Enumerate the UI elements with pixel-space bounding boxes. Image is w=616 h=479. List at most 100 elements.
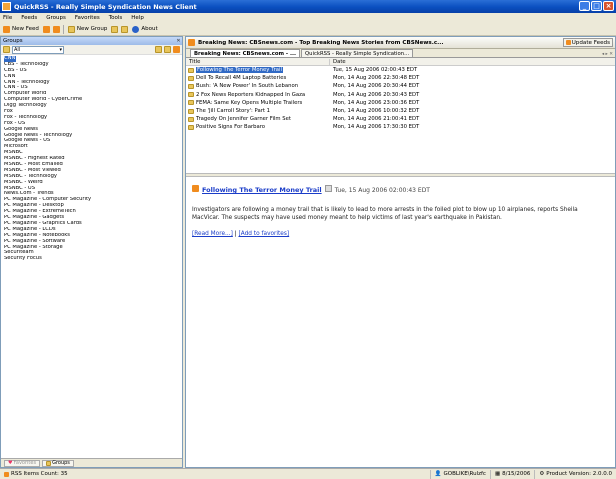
item-icon (188, 108, 194, 114)
item-icon (188, 67, 194, 73)
item-title: Tragedy On Jennifer Garner Film Set (196, 116, 291, 123)
item-row[interactable]: Bush: 'A New Power' In South Lebanon Mon,… (186, 82, 615, 90)
item-title-cell: Positive Signs For Barbaro (186, 124, 330, 130)
column-date[interactable]: Date (330, 59, 346, 65)
add-group-icon[interactable] (155, 46, 162, 53)
item-title-cell: Dell To Recall 4M Laptop Batteries (186, 75, 330, 81)
update-feeds-label: Update Feeds (571, 39, 610, 46)
item-title-cell: Bush: 'A New Power' In South Lebanon (186, 83, 330, 89)
tab-favorites[interactable]: ♥ Favorites (4, 459, 41, 467)
item-icon (188, 100, 194, 106)
menu-feeds[interactable]: Feeds (21, 15, 37, 21)
item-title: Bush: 'A New Power' In South Lebanon (196, 83, 299, 90)
item-date: Mon, 14 Aug 2006 20:30:44 EDT (333, 83, 420, 90)
tab-breaking-news[interactable]: Breaking News: CBSnews.com - ... (190, 49, 300, 57)
update-feeds-button[interactable]: Update Feeds (562, 38, 613, 47)
date-text: 8/15/2006 (502, 471, 531, 477)
item-icon (188, 75, 194, 81)
edit-group-icon[interactable] (164, 46, 171, 53)
status-user: 👤 GOBLIKE\Rulzfc (431, 469, 491, 479)
new-group-icon (67, 25, 75, 33)
close-panel-icon[interactable]: ✕ (175, 38, 182, 44)
status-rss-icon (4, 471, 9, 477)
minimize-button[interactable]: _ (579, 1, 590, 11)
item-row[interactable]: FEMA: Same Key Opens Multiple Trailers Mo… (186, 99, 615, 107)
item-row[interactable]: 2 Fox News Reporters Kidnapped In Gaza Mo… (186, 91, 615, 99)
menu-tools[interactable]: Tools (109, 15, 123, 21)
info-icon (132, 25, 140, 33)
close-button[interactable]: × (603, 1, 614, 11)
folder-edit-icon[interactable] (121, 25, 129, 33)
menu-favorites[interactable]: Favorites (75, 15, 100, 21)
user-text: GOBLIKE\Rulzfc (443, 471, 486, 477)
menu-help[interactable]: Help (131, 15, 144, 21)
preview-links: [Read More...] | [Add to favorites] (192, 231, 609, 237)
item-date: Mon, 14 Aug 2006 10:00:32 EDT (333, 108, 420, 115)
maximize-button[interactable]: □ (591, 1, 602, 11)
item-date: Tue, 15 Aug 2006 02:00:43 EDT (333, 67, 418, 74)
feed-icon[interactable] (42, 25, 50, 33)
about-button[interactable]: About (131, 25, 158, 33)
item-row[interactable]: Following The Terror Money Trail Tue, 15 … (186, 66, 615, 74)
item-row[interactable]: Dell To Recall 4M Laptop Batteries Mon, 1… (186, 74, 615, 82)
feed-item[interactable]: Security Focus (4, 256, 182, 262)
item-title: The 'Jill Carroll Story': Part 1 (196, 108, 271, 115)
menu-bar: File Feeds Groups Favorites Tools Help (0, 13, 616, 23)
group-filter-select[interactable]: All ▾ (12, 45, 64, 54)
folder-icon[interactable] (111, 25, 119, 33)
item-icon (188, 83, 194, 89)
item-row[interactable]: Tragedy On Jennifer Garner Film Set Mon, … (186, 115, 615, 123)
item-date: Mon, 14 Aug 2006 22:30:48 EDT (333, 75, 420, 82)
item-row[interactable]: The 'Jill Carroll Story': Part 1 Mon, 14 … (186, 107, 615, 115)
item-date: Mon, 14 Aug 2006 20:30:43 EDT (333, 91, 420, 98)
new-group-button[interactable]: New Group (67, 25, 109, 33)
preview-date: Tue, 15 Aug 2006 02:00:43 EDT (334, 187, 430, 194)
item-title-cell: Tragedy On Jennifer Garner Film Set (186, 116, 330, 122)
delete-group-icon[interactable] (173, 46, 180, 53)
app-icon (2, 2, 11, 11)
preview-pane: Following The Terror Money Trail Tue, 15… (186, 177, 615, 467)
item-icon (188, 116, 194, 122)
menu-file[interactable]: File (3, 15, 12, 21)
preview-feed-icon (192, 185, 199, 192)
items-count-text: RSS Items Count: 35 (11, 471, 68, 477)
tab-favorites-label: Favorites (13, 460, 37, 466)
group-filter-icon (3, 46, 10, 53)
tab-quickrss[interactable]: QuickRSS - Really Simple Syndication... (300, 49, 414, 57)
item-title: Following The Terror Money Trail (196, 67, 283, 74)
version-text: Product Version: 2.0.0.0 (546, 471, 612, 477)
tab-groups-label: Groups (52, 460, 70, 466)
feed-list: CNN CBS - Technology CBS - US CNN CNN - Tech… (1, 55, 182, 262)
add-to-favorites-link[interactable]: [Add to favorites] (238, 231, 289, 237)
about-label: About (141, 26, 158, 32)
feed-header-title: Breaking News: CBSnews.com - Top Breakin… (198, 39, 444, 46)
groups-title: Groups (3, 38, 23, 44)
item-title: FEMA: Same Key Opens Multiple Trailers (196, 99, 303, 106)
menu-groups[interactable]: Groups (46, 15, 66, 21)
tab-groups[interactable]: Groups (42, 459, 74, 467)
new-feed-button[interactable]: New Feed (2, 25, 40, 33)
new-feed-icon (3, 25, 10, 33)
tab-quickrss-label: QuickRSS - Really Simple Syndication... (304, 50, 410, 57)
user-icon: 👤 (434, 471, 442, 477)
item-title-cell: The 'Jill Carroll Story': Part 1 (186, 108, 330, 114)
item-date: Mon, 14 Aug 2006 17:30:30 EDT (333, 124, 420, 131)
title-bar: QuickRSS - Really Simple Syndication New… (0, 0, 616, 13)
item-title: Positive Signs For Barbaro (196, 124, 266, 131)
item-title-cell: Following The Terror Money Trail (186, 67, 330, 74)
item-title-cell: FEMA: Same Key Opens Multiple Trailers (186, 100, 330, 106)
item-date: Mon, 14 Aug 2006 23:00:36 EDT (333, 99, 420, 106)
refresh-feed-icon[interactable] (52, 25, 60, 33)
read-more-link[interactable]: [Read More...] (192, 231, 233, 237)
update-icon (565, 40, 571, 45)
status-items-count: RSS Items Count: 35 (0, 469, 431, 479)
column-title[interactable]: Title (186, 58, 330, 65)
item-title: 2 Fox News Reporters Kidnapped In Gaza (196, 91, 306, 98)
preview-title-link[interactable]: Following The Terror Money Trail (202, 186, 322, 194)
link-divider: | (234, 231, 237, 237)
status-bar: RSS Items Count: 35 👤 GOBLIKE\Rulzfc ▦ 8… (0, 468, 616, 479)
item-row[interactable]: Positive Signs For Barbaro Mon, 14 Aug 20… (186, 123, 615, 131)
chevron-down-icon: ▾ (59, 46, 62, 53)
feed-tabs: Breaking News: CBSnews.com - ... QuickRS… (186, 49, 615, 58)
tab-nav-icon[interactable]: ◂ ▸ ✕ (602, 52, 613, 57)
